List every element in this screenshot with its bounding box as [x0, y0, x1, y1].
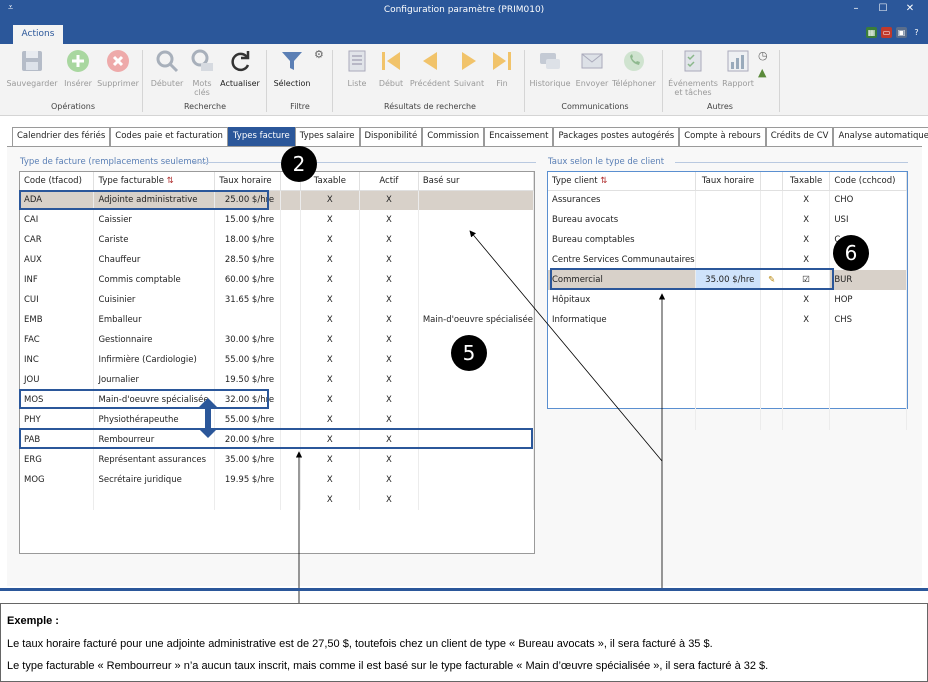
example-note: Exemple : Le taux horaire facturé pour u…: [0, 603, 928, 682]
annotation-arrows: [295, 230, 666, 604]
example-heading: Exemple :: [7, 615, 59, 627]
example-line-2: Le type facturable « Rembourreur » n’a a…: [7, 660, 769, 672]
arrow-line: [469, 230, 663, 462]
example-line-1: Le taux horaire facturé pour une adjoint…: [7, 638, 713, 650]
window-bottom-border: [0, 588, 928, 591]
